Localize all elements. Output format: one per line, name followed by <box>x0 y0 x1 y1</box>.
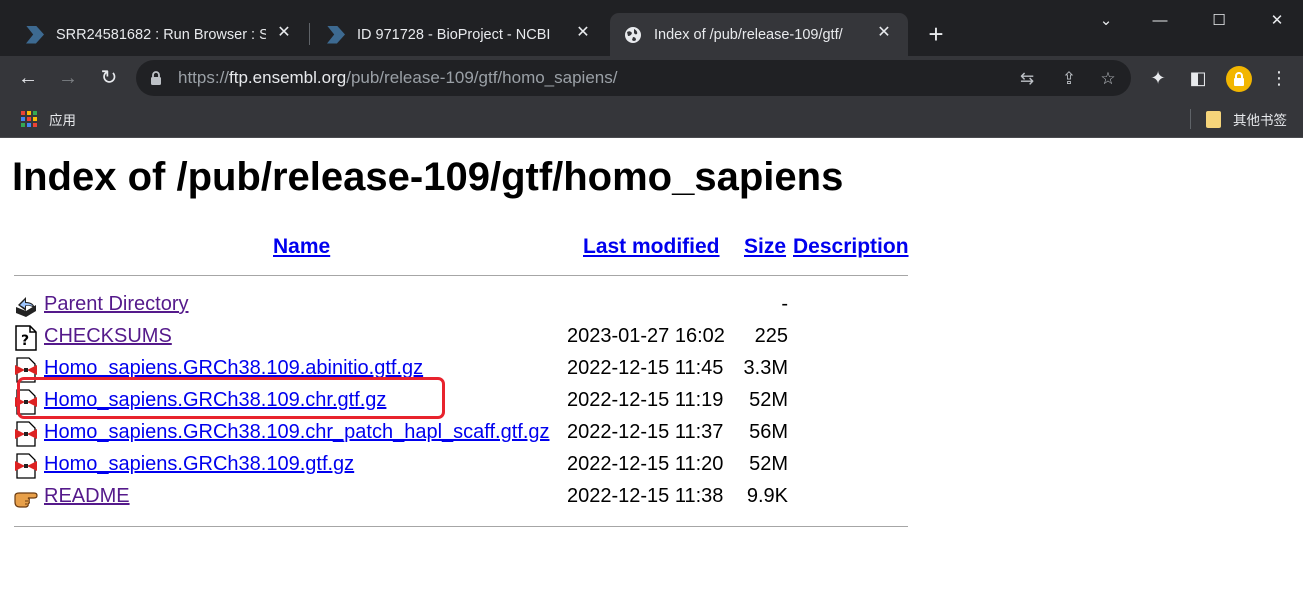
tab-title: SRR24581682 : Run Browser : S <box>56 26 266 43</box>
close-window-icon[interactable]: ✕ <box>1257 8 1297 34</box>
bookmarks-bar: 应用 其他书签 <box>0 100 1303 138</box>
compressed-file-icon <box>14 453 38 479</box>
back-arrow-icon[interactable]: ← <box>14 64 42 92</box>
file-size: 9.9K <box>746 485 788 507</box>
bookmark-label: 应用 <box>49 113 76 128</box>
file-link[interactable]: Parent Directory <box>44 293 189 316</box>
column-header-description[interactable]: Description <box>793 235 909 259</box>
bookmark-divider <box>1190 109 1191 129</box>
browser-toolbar: ← → ↻ https://ftp.ensembl.org/pub/releas… <box>0 56 1303 100</box>
ncbi-icon <box>26 25 44 44</box>
close-tab-icon[interactable]: ✕ <box>274 23 294 43</box>
svg-text:?: ? <box>21 333 29 349</box>
file-date: 2023-01-27 16:02 <box>567 325 725 347</box>
file-date: 2022-12-15 11:45 <box>567 357 724 379</box>
compressed-file-icon <box>14 421 38 447</box>
bookmark-star-icon[interactable]: ☆ <box>1097 68 1119 90</box>
back-folder-icon <box>14 293 38 319</box>
table-row: Homo_sapiens.GRCh38.109.gtf.gz 2022-12-1… <box>0 451 900 481</box>
tab-strip: SRR24581682 : Run Browser : S ✕ ID 97172… <box>0 0 1303 56</box>
close-tab-icon[interactable]: ✕ <box>874 23 894 43</box>
tab-bioproject[interactable]: ID 971728 - BioProject - NCBI ✕ <box>311 13 607 56</box>
table-row: ? CHECKSUMS 2023-01-27 16:02 225 <box>0 323 900 353</box>
footer-divider <box>14 526 908 527</box>
file-size: 52M <box>749 389 788 411</box>
folder-icon <box>1206 110 1221 128</box>
bookmark-label: 其他书签 <box>1233 113 1287 128</box>
tab-title: Index of /pub/release-109/gtf/ <box>654 26 843 43</box>
page-title: Index of /pub/release-109/gtf/homo_sapie… <box>12 155 844 199</box>
column-header-last-modified[interactable]: Last modified <box>583 235 720 259</box>
file-size: 3.3M <box>743 357 788 379</box>
forward-arrow-icon[interactable]: → <box>54 64 82 92</box>
profile-avatar[interactable] <box>1226 66 1252 92</box>
lock-icon[interactable] <box>150 70 162 86</box>
bookmark-apps[interactable]: 应用 <box>21 109 76 129</box>
file-size: - <box>781 293 788 315</box>
tab-search-chevron-icon[interactable]: ⌄ <box>1086 8 1126 34</box>
apps-grid-icon <box>21 111 37 127</box>
share-icon[interactable]: ⇪ <box>1058 68 1080 90</box>
tab-title: ID 971728 - BioProject - NCBI <box>357 26 551 43</box>
tab-run-browser[interactable]: SRR24581682 : Run Browser : S ✕ <box>0 13 308 56</box>
minimize-icon[interactable]: — <box>1140 8 1180 34</box>
table-row: Parent Directory - <box>0 291 900 321</box>
file-link[interactable]: Homo_sapiens.GRCh38.109.gtf.gz <box>44 453 354 476</box>
reload-icon[interactable]: ↻ <box>95 64 123 92</box>
page-content: Index of /pub/release-109/gtf/homo_sapie… <box>0 139 1303 594</box>
table-row: README 2022-12-15 11:38 9.9K <box>0 483 900 513</box>
side-panel-icon[interactable]: ◧ <box>1186 66 1210 90</box>
file-size: 225 <box>754 325 788 347</box>
annotation-highlight-box <box>17 377 445 419</box>
file-link[interactable]: Homo_sapiens.GRCh38.109.chr_patch_hapl_s… <box>44 421 550 444</box>
globe-icon <box>624 26 642 44</box>
translate-icon[interactable]: ⇆ <box>1016 68 1038 90</box>
table-row: Homo_sapiens.GRCh38.109.chr_patch_hapl_s… <box>0 419 900 449</box>
file-date: 2022-12-15 11:19 <box>567 389 724 411</box>
ncbi-icon <box>327 25 345 44</box>
tab-ensembl-index[interactable]: Index of /pub/release-109/gtf/ ✕ <box>610 13 908 56</box>
file-link[interactable]: CHECKSUMS <box>44 325 172 348</box>
unknown-file-icon: ? <box>14 325 38 351</box>
column-header-size[interactable]: Size <box>744 235 786 259</box>
column-header-name[interactable]: Name <box>273 235 330 259</box>
new-tab-button[interactable]: + <box>922 21 950 49</box>
tab-separator <box>309 23 310 45</box>
file-size: 56M <box>749 421 788 443</box>
file-date: 2022-12-15 11:37 <box>567 421 724 443</box>
hand-pointing-icon <box>14 485 38 511</box>
file-link[interactable]: README <box>44 485 130 508</box>
close-tab-icon[interactable]: ✕ <box>573 23 593 43</box>
bookmark-other[interactable]: 其他书签 <box>1206 109 1287 129</box>
file-size: 52M <box>749 453 788 475</box>
header-divider <box>14 275 908 276</box>
file-date: 2022-12-15 11:20 <box>567 453 724 475</box>
extensions-puzzle-icon[interactable]: ✦ <box>1146 66 1170 90</box>
url-text[interactable]: https://ftp.ensembl.org/pub/release-109/… <box>178 68 617 88</box>
maximize-icon[interactable]: ☐ <box>1199 8 1239 34</box>
address-bar[interactable]: https://ftp.ensembl.org/pub/release-109/… <box>136 60 1131 96</box>
file-date: 2022-12-15 11:38 <box>567 485 724 507</box>
menu-dots-icon[interactable]: ⋮ <box>1267 66 1291 90</box>
